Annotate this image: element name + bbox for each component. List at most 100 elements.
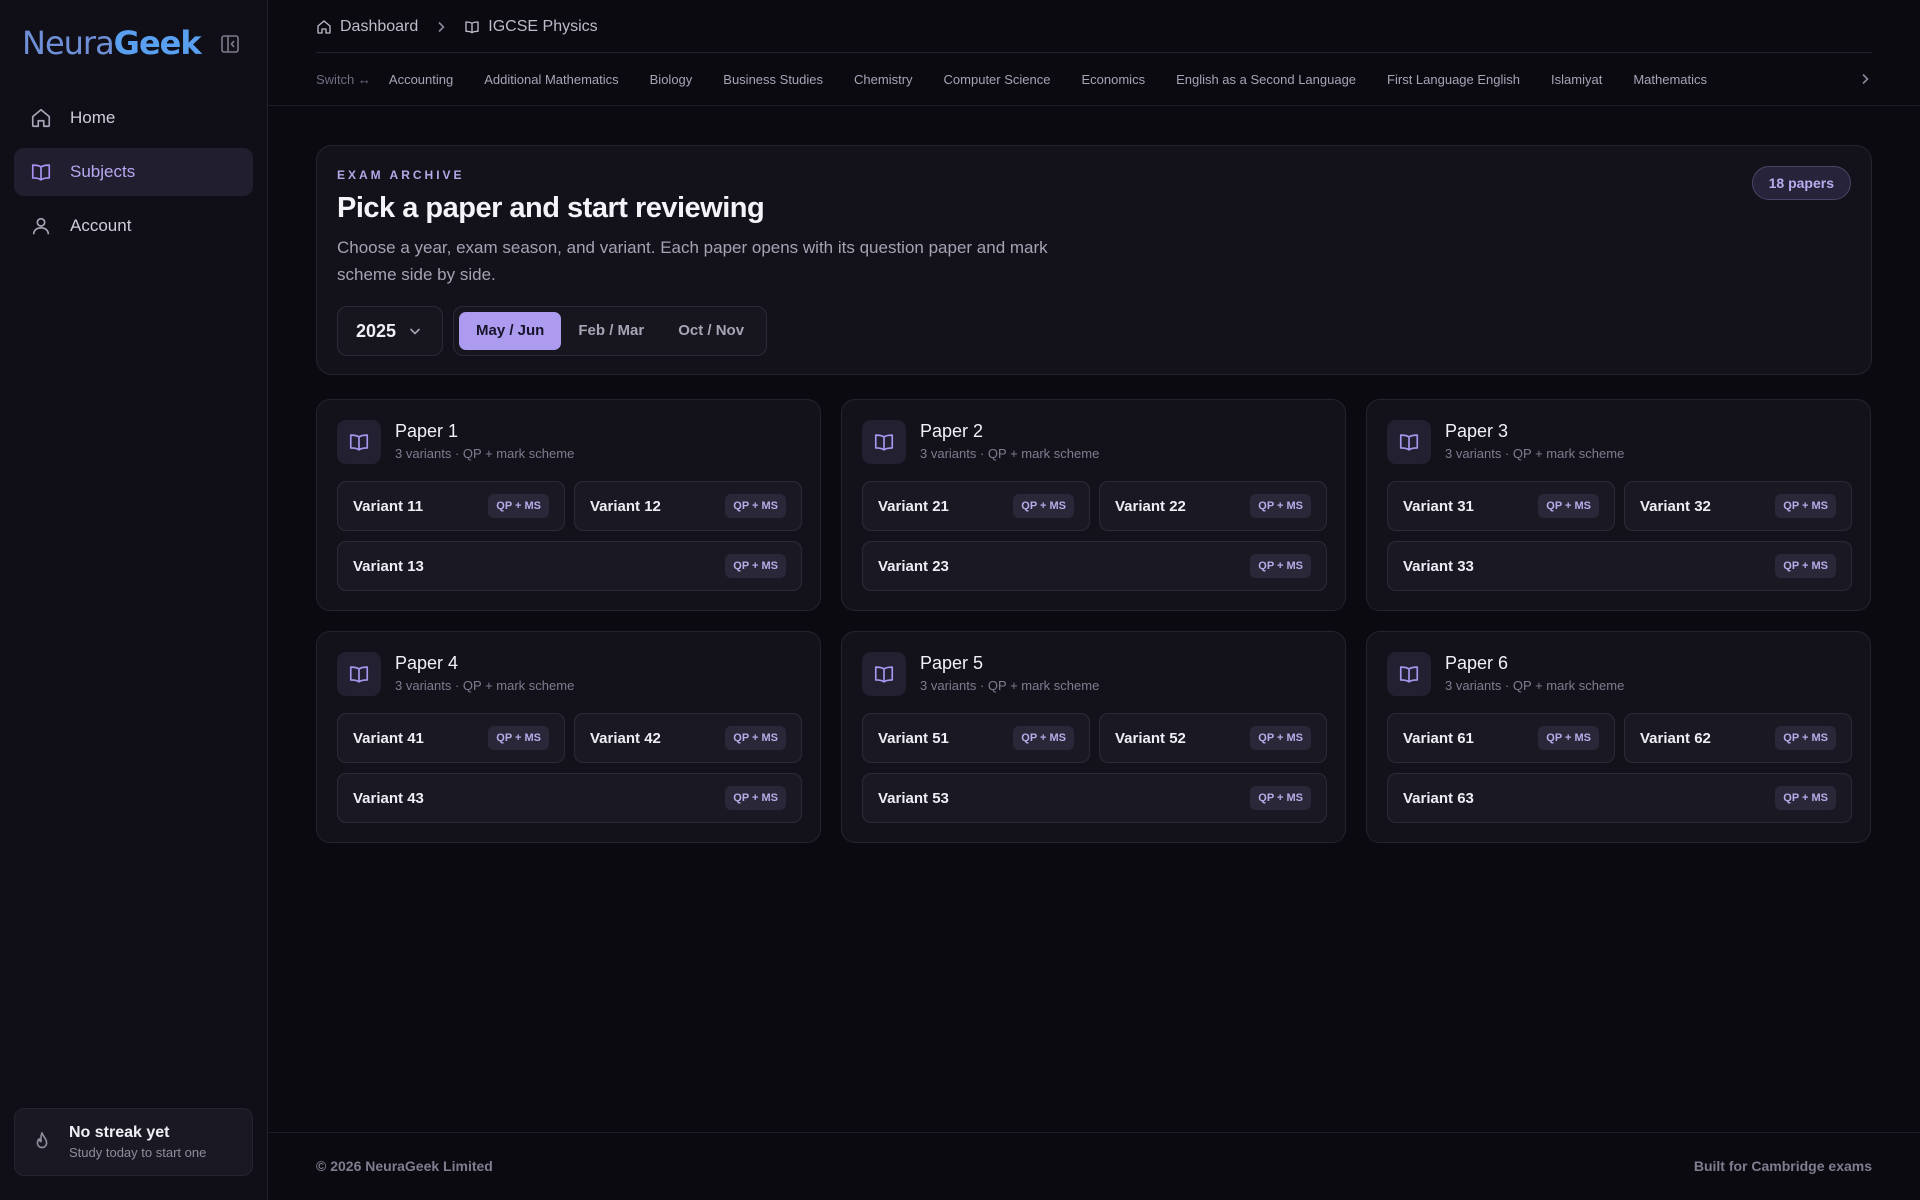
variant-button[interactable]: Variant 23 QP + MS — [862, 541, 1327, 591]
qp-ms-tag: QP + MS — [1013, 494, 1074, 518]
variant-label: Variant 62 — [1640, 729, 1711, 747]
qp-ms-tag: QP + MS — [1775, 494, 1836, 518]
paper-title: Paper 5 — [920, 653, 984, 673]
exam-archive-panel: EXAM ARCHIVE Pick a paper and start revi… — [316, 145, 1872, 375]
variant-button[interactable]: Variant 42 QP + MS — [574, 713, 802, 763]
qp-ms-tag: QP + MS — [1775, 726, 1836, 750]
variant-button[interactable]: Variant 61 QP + MS — [1387, 713, 1615, 763]
season-option-feb-mar[interactable]: Feb / Mar — [561, 312, 661, 350]
variant-label: Variant 42 — [590, 729, 661, 747]
sidebar-item-label: Home — [70, 108, 116, 127]
flame-icon — [31, 1131, 53, 1153]
variant-button[interactable]: Variant 33 QP + MS — [1387, 541, 1852, 591]
variant-label: Variant 22 — [1115, 497, 1186, 515]
sidebar-item-home[interactable]: Home — [14, 94, 253, 142]
paper-card: Paper 5 3 variants · QP + mark scheme Vari… — [841, 631, 1346, 843]
variant-label: Variant 63 — [1403, 789, 1474, 807]
variant-label: Variant 51 — [878, 729, 949, 747]
book-icon — [337, 652, 381, 696]
season-option-may-jun[interactable]: May / Jun — [459, 312, 562, 350]
paper-title: Paper 3 — [1445, 421, 1509, 441]
qp-ms-tag: QP + MS — [1775, 786, 1836, 810]
variant-button[interactable]: Variant 22 QP + MS — [1099, 481, 1327, 531]
section-kicker: EXAM ARCHIVE — [337, 168, 465, 182]
footer-tagline: Built for Cambridge exams — [1693, 1158, 1872, 1174]
home-icon — [316, 19, 332, 35]
paper-card: Paper 1 3 variants · QP + mark scheme Vari… — [316, 399, 821, 611]
variant-button[interactable]: Variant 63 QP + MS — [1387, 773, 1852, 823]
qp-ms-tag: QP + MS — [1250, 726, 1311, 750]
qp-ms-tag: QP + MS — [1538, 494, 1599, 518]
home-icon — [30, 107, 52, 129]
subject-tab[interactable]: Islamiyat — [1551, 72, 1602, 87]
subject-tab[interactable]: Chemistry — [854, 72, 913, 87]
variant-button[interactable]: Variant 52 QP + MS — [1099, 713, 1327, 763]
paper-subtitle: 3 variants · QP + mark scheme — [395, 678, 575, 693]
variant-button[interactable]: Variant 31 QP + MS — [1387, 481, 1615, 531]
season-option-oct-nov[interactable]: Oct / Nov — [661, 312, 761, 350]
variant-button[interactable]: Variant 12 QP + MS — [574, 481, 802, 531]
variant-label: Variant 11 — [353, 497, 424, 515]
subject-tab[interactable]: Accounting — [389, 72, 453, 87]
variant-button[interactable]: Variant 13 QP + MS — [337, 541, 802, 591]
qp-ms-tag: QP + MS — [1013, 726, 1074, 750]
variant-button[interactable]: Variant 62 QP + MS — [1624, 713, 1852, 763]
paper-subtitle: 3 variants · QP + mark scheme — [1445, 678, 1625, 693]
chevron-right-icon[interactable] — [1858, 72, 1872, 86]
paper-title: Paper 1 — [395, 421, 459, 441]
paper-subtitle: 3 variants · QP + mark scheme — [920, 678, 1100, 693]
variant-button[interactable]: Variant 21 QP + MS — [862, 481, 1090, 531]
main-content: Dashboard IGCSE Physics Switch ↔ Account… — [268, 0, 1920, 1200]
qp-ms-tag: QP + MS — [488, 726, 549, 750]
qp-ms-tag: QP + MS — [1250, 786, 1311, 810]
breadcrumb-dashboard-link[interactable]: Dashboard — [340, 18, 418, 36]
page-title: Pick a paper and start reviewing — [337, 192, 765, 224]
sidebar-item-account[interactable]: Account — [14, 202, 253, 250]
qp-ms-tag: QP + MS — [1250, 554, 1311, 578]
subject-tab[interactable]: Economics — [1081, 72, 1145, 87]
variant-label: Variant 33 — [1403, 557, 1474, 575]
paper-card: Paper 2 3 variants · QP + mark scheme Vari… — [841, 399, 1346, 611]
sidebar: NeuraGeek Home Subjects Account No strea… — [0, 0, 268, 1200]
qp-ms-tag: QP + MS — [725, 554, 786, 578]
variant-label: Variant 32 — [1640, 497, 1711, 515]
brand-logo-part2: Geek — [113, 24, 202, 62]
qp-ms-tag: QP + MS — [725, 494, 786, 518]
variant-button[interactable]: Variant 41 QP + MS — [337, 713, 565, 763]
divider — [316, 52, 1872, 53]
variant-label: Variant 43 — [353, 789, 424, 807]
paper-title: Paper 2 — [920, 421, 984, 441]
variant-button[interactable]: Variant 43 QP + MS — [337, 773, 802, 823]
subject-tab[interactable]: Additional Mathematics — [484, 72, 618, 87]
divider — [268, 105, 1920, 106]
variant-button[interactable]: Variant 53 QP + MS — [862, 773, 1327, 823]
year-select[interactable]: 2025 — [337, 306, 443, 356]
variant-label: Variant 41 — [353, 729, 424, 747]
sidebar-item-subjects[interactable]: Subjects — [14, 148, 253, 196]
variant-button[interactable]: Variant 32 QP + MS — [1624, 481, 1852, 531]
user-icon — [30, 215, 52, 237]
year-value: 2025 — [356, 320, 397, 341]
paper-card: Paper 6 3 variants · QP + mark scheme Vari… — [1366, 631, 1871, 843]
book-icon — [30, 161, 52, 183]
paper-grid: Paper 1 3 variants · QP + mark scheme Vari… — [316, 399, 1872, 843]
subject-tab[interactable]: Business Studies — [723, 72, 823, 87]
paper-title: Paper 6 — [1445, 653, 1509, 673]
variant-button[interactable]: Variant 51 QP + MS — [862, 713, 1090, 763]
variant-button[interactable]: Variant 11 QP + MS — [337, 481, 565, 531]
breadcrumb-current: IGCSE Physics — [488, 18, 598, 35]
subject-tab[interactable]: Biology — [650, 72, 693, 87]
subject-tab[interactable]: Mathematics — [1633, 72, 1707, 87]
book-icon — [862, 652, 906, 696]
subject-tab[interactable]: English as a Second Language — [1176, 72, 1356, 87]
sidebar-item-label: Account — [70, 216, 132, 235]
chevron-down-icon — [408, 324, 422, 338]
subject-tab[interactable]: Computer Science — [944, 72, 1051, 87]
paper-card: Paper 4 3 variants · QP + mark scheme Vari… — [316, 631, 821, 843]
brand-logo-part1: Neura — [22, 24, 115, 62]
sidebar-toggle-icon[interactable] — [220, 34, 240, 54]
qp-ms-tag: QP + MS — [725, 726, 786, 750]
brand-logo[interactable]: NeuraGeek — [22, 24, 202, 62]
subject-tab[interactable]: First Language English — [1387, 72, 1520, 87]
streak-card[interactable]: No streak yet Study today to start one — [14, 1108, 253, 1176]
